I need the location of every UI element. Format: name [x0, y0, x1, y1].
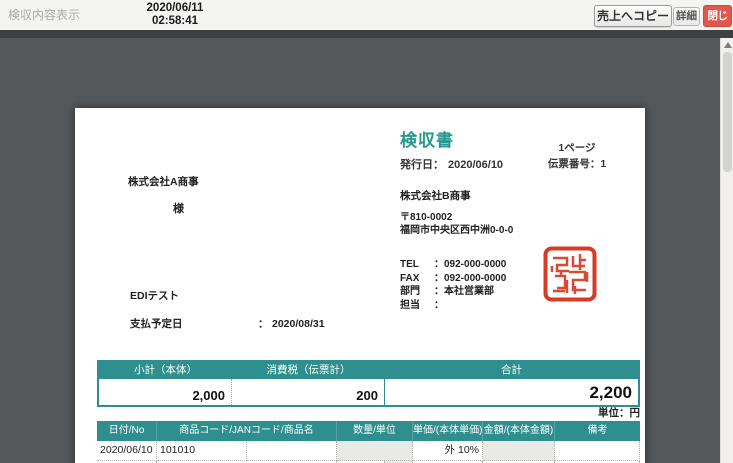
honorific: 様 [173, 200, 184, 216]
top-toolbar: 検収内容表示 2020/06/11 02:58:41 売上へコピー 詳細 閉じる [0, 0, 733, 30]
fax-row: FAX：092-000-0000 [400, 272, 506, 286]
company-seal-stamp-icon [543, 246, 597, 302]
scroll-up-arrow-icon[interactable] [724, 42, 732, 48]
summary-table-header: 小計（本体） 消費税（伝票計） 合計 [99, 362, 638, 379]
timestamp: 2020/06/11 02:58:41 [120, 2, 230, 28]
item-row1-date: 2020/06/10 [97, 441, 157, 461]
item-row1-jan-code [247, 441, 337, 461]
items-table: 日付/No 商品コード/JANコード/商品名 数量/単位 単価/(本体単価) 金… [97, 421, 640, 463]
contact-person-row: 担当： [400, 299, 506, 313]
summary-header-subtotal: 小計（本体） [99, 362, 232, 379]
issue-date-row: 発行日： 2020/06/10 [400, 156, 503, 172]
issuer-address: 福岡市中央区西中洲0-0-0 [400, 221, 513, 236]
item-row1-amount-cell [483, 441, 555, 461]
payment-due-row: 支払予定日：2020/08/31 [130, 316, 325, 331]
issuer-name: 株式会社B商事 [400, 188, 471, 203]
item-row1-product-code: 101010 [157, 441, 247, 461]
issuer-contact-block: TEL：092-000-0000 FAX：092-000-0000 部門：本社営… [400, 258, 506, 312]
summary-tax-value: 200 [232, 379, 385, 405]
unit-label: 単位：円 [97, 405, 640, 420]
items-header-remarks: 備考 [555, 421, 640, 441]
payment-due-value: 2020/08/31 [272, 318, 325, 330]
toolbar-shadow-strip [0, 30, 733, 38]
slip-number-value: 1 [600, 158, 606, 170]
summary-header-total: 合計 [385, 362, 638, 379]
payment-due-label: 支払予定日 [130, 316, 258, 331]
detail-button[interactable]: 詳細 [673, 7, 700, 26]
vertical-scrollbar[interactable] [720, 38, 733, 463]
items-header-date: 日付/No [97, 421, 157, 441]
item-row1-qty-cell [337, 441, 413, 461]
document-page: 検収書 発行日： 2020/06/10 1ページ 伝票番号：1 株式会社A商事 様… [75, 108, 645, 463]
timestamp-time: 02:58:41 [120, 15, 230, 28]
fax-value: 092-000-0000 [444, 273, 506, 284]
issue-date-label: 発行日： [400, 159, 444, 171]
document-viewer: 検収書 発行日： 2020/06/10 1ページ 伝票番号：1 株式会社A商事 様… [0, 38, 720, 463]
summary-header-tax: 消費税（伝票計） [232, 362, 385, 379]
slip-number-label: 伝票番号： [548, 158, 601, 170]
items-header-unit-price: 単価/(本体単価) [413, 421, 483, 441]
items-header-product: 商品コード/JANコード/商品名 [157, 421, 337, 441]
items-header-amount: 金額/(本体金額) [483, 421, 555, 441]
summary-subtotal-value: 2,000 [99, 379, 232, 405]
page-indicator: 1ページ [527, 140, 627, 156]
issue-date-value: 2020/06/10 [448, 159, 503, 171]
document-title: 検収書 [400, 126, 454, 151]
summary-table-values: 2,000 200 2,200 [99, 379, 638, 405]
items-header-qty: 数量/単位 [337, 421, 413, 441]
customer-name: 株式会社A商事 [128, 174, 199, 189]
page-info: 1ページ 伝票番号：1 [527, 140, 627, 172]
item-row1-remarks [555, 441, 640, 461]
view-mode-label: 検収内容表示 [8, 6, 80, 23]
department-row: 部門：本社営業部 [400, 285, 506, 299]
summary-total-value: 2,200 [385, 379, 638, 405]
close-button[interactable]: 閉じる [703, 5, 732, 27]
tel-row: TEL：092-000-0000 [400, 258, 506, 272]
scrollbar-thumb[interactable] [723, 52, 732, 172]
note-text: EDIテスト [130, 288, 179, 303]
copy-to-sales-button[interactable]: 売上へコピー [594, 5, 672, 27]
tel-value: 092-000-0000 [444, 259, 506, 270]
timestamp-date: 2020/06/11 [120, 2, 230, 15]
item-row1-tax-note: 外 10% [413, 441, 483, 461]
summary-table: 小計（本体） 消費税（伝票計） 合計 2,000 200 2,200 [97, 360, 640, 407]
department-value: 本社営業部 [444, 286, 494, 297]
